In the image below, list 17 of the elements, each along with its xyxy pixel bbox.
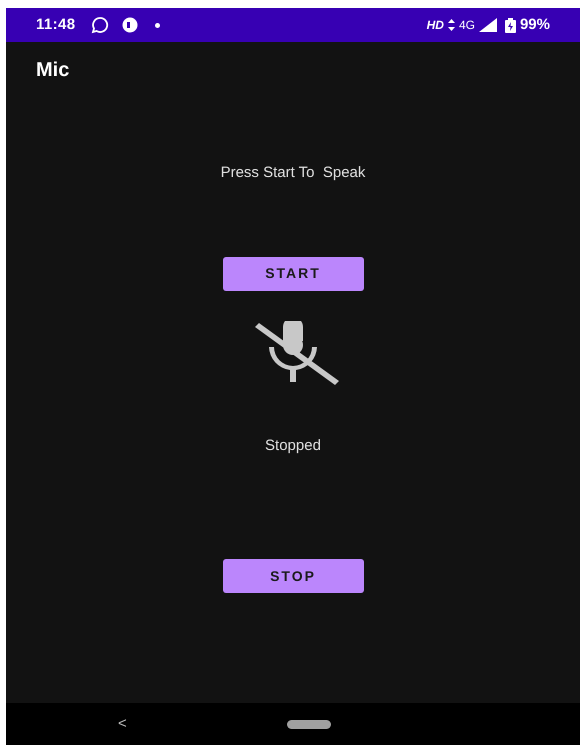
prompt-text: Press Start To Speak — [220, 163, 366, 183]
hd-indicator: HD — [426, 17, 444, 34]
circle-icon — [121, 17, 140, 33]
back-button[interactable]: < — [118, 712, 127, 736]
chat-bubble-icon — [91, 16, 110, 34]
status-text: Stopped — [265, 436, 321, 456]
battery-percent: 99% — [520, 14, 550, 35]
data-arrows-icon — [448, 19, 455, 31]
stop-button[interactable]: STOP — [222, 559, 364, 593]
app-title: Mic — [36, 58, 70, 83]
network-type: 4G — [458, 17, 475, 34]
start-button[interactable]: START — [222, 256, 364, 290]
status-time: 11:48 — [36, 14, 76, 35]
battery-icon — [504, 18, 516, 32]
home-handle[interactable] — [286, 720, 331, 728]
dot-icon — [155, 22, 160, 28]
signal-icon — [478, 18, 497, 32]
